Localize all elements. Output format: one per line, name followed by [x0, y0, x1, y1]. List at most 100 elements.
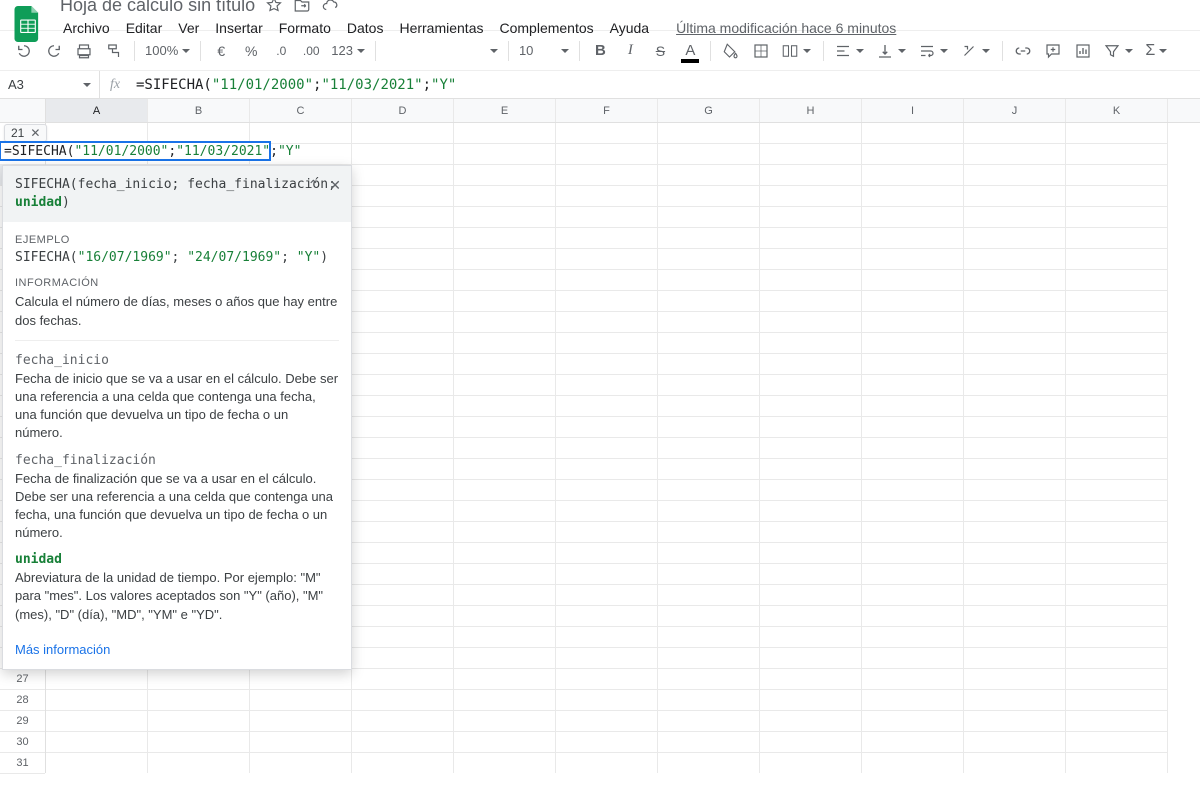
cell[interactable] [964, 165, 1066, 186]
cell[interactable] [352, 438, 454, 459]
cell[interactable] [1066, 669, 1168, 690]
cell[interactable] [964, 186, 1066, 207]
cell[interactable] [760, 249, 862, 270]
cell[interactable] [862, 669, 964, 690]
cell[interactable] [1066, 354, 1168, 375]
paint-format-button[interactable] [100, 37, 128, 65]
cell[interactable] [352, 375, 454, 396]
cell[interactable] [148, 690, 250, 711]
cell[interactable] [352, 312, 454, 333]
cell[interactable] [964, 648, 1066, 669]
cell[interactable] [964, 144, 1066, 165]
cell[interactable] [556, 291, 658, 312]
cell[interactable] [964, 417, 1066, 438]
cell[interactable] [760, 501, 862, 522]
cell[interactable] [454, 753, 556, 773]
cell[interactable] [556, 123, 658, 144]
cell[interactable] [760, 753, 862, 773]
cell[interactable] [46, 669, 148, 690]
cell[interactable] [454, 606, 556, 627]
cell[interactable] [760, 480, 862, 501]
cell[interactable] [964, 606, 1066, 627]
document-title[interactable]: Hoja de cálculo sin título [60, 0, 255, 16]
cell[interactable] [352, 354, 454, 375]
cell[interactable] [760, 207, 862, 228]
cell[interactable] [964, 228, 1066, 249]
cell[interactable] [1066, 228, 1168, 249]
cell[interactable] [760, 669, 862, 690]
cell[interactable] [454, 354, 556, 375]
cell[interactable] [964, 207, 1066, 228]
cell[interactable] [964, 627, 1066, 648]
cell[interactable] [556, 186, 658, 207]
cell[interactable] [556, 396, 658, 417]
strikethrough-button[interactable]: S [646, 37, 674, 65]
cell[interactable] [454, 669, 556, 690]
cell[interactable] [454, 123, 556, 144]
cell[interactable] [658, 522, 760, 543]
cell[interactable] [1066, 522, 1168, 543]
cell[interactable] [760, 543, 862, 564]
cell[interactable] [454, 270, 556, 291]
cell[interactable] [556, 459, 658, 480]
cell[interactable] [352, 585, 454, 606]
cell[interactable] [658, 627, 760, 648]
active-cell-editor[interactable]: =SIFECHA("11/01/2000";"11/03/2021";"Y" [46, 141, 271, 161]
menu-complementos[interactable]: Complementos [492, 16, 600, 40]
last-modified-link[interactable]: Última modificación hace 6 minutos [676, 20, 896, 36]
cell[interactable] [352, 459, 454, 480]
cell[interactable] [760, 228, 862, 249]
cell[interactable] [1066, 585, 1168, 606]
cell[interactable] [454, 522, 556, 543]
cell[interactable] [1066, 186, 1168, 207]
cell[interactable] [556, 606, 658, 627]
cell[interactable] [658, 417, 760, 438]
close-icon[interactable]: ✕ [329, 176, 341, 196]
cell[interactable] [1066, 732, 1168, 753]
cell[interactable] [862, 501, 964, 522]
cell[interactable] [46, 711, 148, 732]
cell[interactable] [964, 585, 1066, 606]
cell[interactable] [454, 165, 556, 186]
cell[interactable] [250, 753, 352, 773]
cell[interactable] [556, 732, 658, 753]
cell[interactable] [148, 711, 250, 732]
cell[interactable] [352, 501, 454, 522]
cell[interactable] [658, 711, 760, 732]
cell[interactable] [760, 732, 862, 753]
undo-button[interactable] [10, 37, 38, 65]
cell[interactable] [964, 501, 1066, 522]
cell[interactable] [862, 732, 964, 753]
row-header[interactable]: 28 [0, 690, 45, 711]
number-format-combo[interactable]: 123 [327, 43, 369, 58]
text-wrap-button[interactable] [914, 42, 954, 60]
cell[interactable] [964, 543, 1066, 564]
cell[interactable] [760, 270, 862, 291]
cell[interactable] [1066, 270, 1168, 291]
cell[interactable] [352, 753, 454, 773]
cell[interactable] [760, 627, 862, 648]
cell[interactable] [964, 711, 1066, 732]
filter-button[interactable] [1099, 42, 1139, 60]
print-button[interactable] [70, 37, 98, 65]
cell[interactable] [862, 438, 964, 459]
cell[interactable] [760, 417, 862, 438]
cell[interactable] [1066, 417, 1168, 438]
cell[interactable] [658, 690, 760, 711]
row-header[interactable]: 31 [0, 753, 45, 774]
cell[interactable] [352, 480, 454, 501]
text-color-button[interactable]: A [676, 37, 704, 65]
row-header[interactable]: 27 [0, 669, 45, 690]
insert-link-button[interactable] [1009, 37, 1037, 65]
cell[interactable] [454, 228, 556, 249]
cell[interactable] [352, 291, 454, 312]
cell[interactable] [658, 354, 760, 375]
column-header-C[interactable]: C [250, 99, 352, 122]
cell[interactable] [1066, 291, 1168, 312]
cell[interactable] [862, 354, 964, 375]
cell[interactable] [658, 312, 760, 333]
cell[interactable] [250, 669, 352, 690]
cell[interactable] [760, 123, 862, 144]
cell[interactable] [1066, 627, 1168, 648]
cell[interactable] [556, 690, 658, 711]
